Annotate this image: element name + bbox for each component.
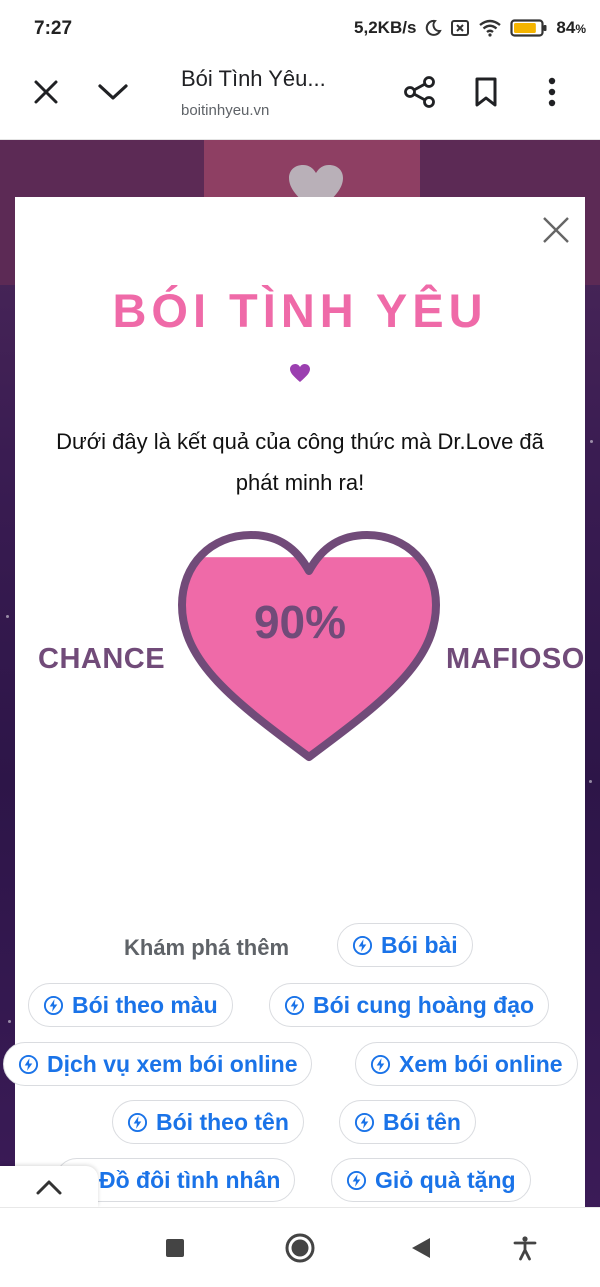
bolt-icon	[284, 995, 305, 1015]
star-sparkle	[8, 1020, 11, 1023]
recents-square-icon	[166, 1239, 184, 1257]
moon-icon	[424, 19, 443, 37]
chevron-down-icon	[98, 84, 128, 100]
bookmark-button[interactable]	[462, 68, 510, 116]
home-button[interactable]	[278, 1226, 322, 1270]
chip-label: Xem bói online	[399, 1050, 563, 1077]
name-left: CHANCE	[38, 643, 166, 675]
small-heart-icon	[290, 364, 310, 382]
browser-toolbar: Bói Tình Yêu... boitinhyeu.vn	[0, 58, 600, 140]
share-button[interactable]	[396, 68, 444, 116]
modal-title: BÓI TÌNH YÊU	[112, 284, 488, 337]
recents-button[interactable]	[153, 1226, 197, 1270]
system-nav-bar	[0, 1207, 600, 1287]
status-icons: 5,2KB/s 84%	[354, 18, 586, 38]
bolt-icon	[43, 995, 64, 1015]
star-sparkle	[589, 780, 592, 783]
more-options-button[interactable]	[528, 68, 576, 116]
heart-fill-level	[182, 557, 436, 757]
back-button[interactable]	[399, 1226, 443, 1270]
home-circle-icon	[285, 1233, 315, 1263]
page-title: Bói Tình Yêu...	[181, 66, 326, 91]
back-triangle-icon	[412, 1238, 430, 1258]
more-vert-icon	[548, 77, 556, 107]
network-speed: 5,2KB/s	[354, 18, 417, 37]
chip-label: Đồ đôi tình nhân	[99, 1166, 281, 1193]
close-tab-button[interactable]	[22, 68, 70, 116]
chevron-up-icon	[36, 1180, 62, 1194]
battery-icon	[510, 18, 548, 38]
bookmark-icon	[475, 77, 497, 107]
chip-boi-bai[interactable]: Bói bài	[337, 923, 473, 967]
bolt-icon	[352, 935, 373, 955]
chip-gio-qua-tang[interactable]: Giỏ quà tặng	[331, 1158, 531, 1202]
result-modal: BÓI TÌNH YÊU Dưới đây là kết quả của côn…	[3, 197, 585, 1207]
status-time: 7:27	[34, 18, 73, 39]
chip-label: Bói tên	[383, 1108, 461, 1135]
bolt-icon	[127, 1112, 148, 1132]
name-right: MAFIOSO	[446, 643, 585, 675]
bolt-icon	[346, 1170, 367, 1190]
sim-off-icon	[450, 19, 470, 37]
chip-label: Bói theo màu	[72, 991, 218, 1018]
love-percent: 90%	[253, 596, 347, 648]
battery-unit: %	[575, 22, 586, 36]
bolt-icon	[370, 1054, 391, 1074]
accessibility-icon	[513, 1236, 537, 1261]
bolt-icon	[354, 1112, 375, 1132]
chip-boi-ten[interactable]: Bói tên	[339, 1100, 476, 1144]
close-icon	[34, 80, 58, 104]
star-sparkle	[6, 615, 9, 618]
chip-xem-boi-online[interactable]: Xem bói online	[355, 1042, 578, 1086]
chip-label: Bói bài	[381, 931, 458, 958]
share-icon	[404, 76, 435, 108]
wifi-icon	[478, 19, 502, 37]
chip-boi-theo-ten[interactable]: Bói theo tên	[112, 1100, 304, 1144]
chip-label: Bói theo tên	[156, 1108, 289, 1135]
status-bar: 7:27 5,2KB/s 84%	[0, 0, 600, 58]
modal-close-button[interactable]	[537, 211, 575, 249]
chip-label: Bói cung hoàng đạo	[313, 991, 535, 1018]
close-icon	[543, 217, 569, 243]
scroll-to-top-button[interactable]	[0, 1166, 98, 1207]
accessibility-button[interactable]	[503, 1226, 547, 1270]
star-sparkle	[590, 440, 593, 443]
chip-label: Dịch vụ xem bói online	[47, 1050, 298, 1077]
chip-dich-vu-xem-boi-online[interactable]: Dịch vụ xem bói online	[3, 1042, 313, 1086]
chip-boi-theo-mau[interactable]: Bói theo màu	[28, 983, 233, 1027]
minimize-button[interactable]	[89, 68, 137, 116]
chip-label: Giỏ quà tặng	[375, 1166, 516, 1193]
chip-boi-cung-hoang-dao[interactable]: Bói cung hoàng đạo	[269, 983, 550, 1027]
bolt-icon	[18, 1054, 39, 1074]
battery-percent: 84%	[556, 18, 586, 37]
page-url: boitinhyeu.vn	[181, 102, 270, 119]
explore-label: Khám phá thêm	[124, 935, 290, 960]
result-description: Dưới đây là kết quả của công thức mà Dr.…	[56, 429, 544, 495]
